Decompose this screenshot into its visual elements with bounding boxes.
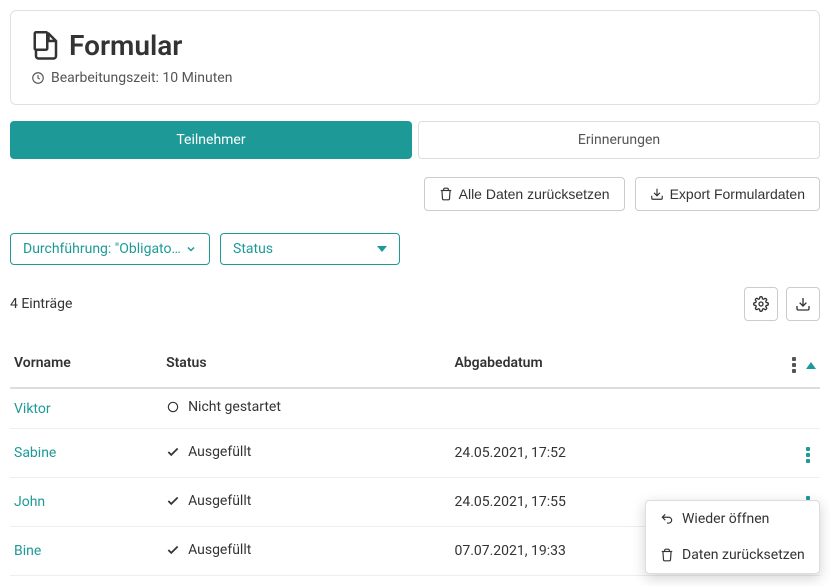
caret-down-icon xyxy=(377,244,387,254)
menu-reset-label: Daten zurücksetzen xyxy=(682,547,805,563)
participant-link[interactable]: Sabine xyxy=(14,445,56,461)
download-icon xyxy=(650,187,664,201)
count-row: 4 Einträge xyxy=(10,287,820,321)
check-icon xyxy=(166,543,180,557)
table-tools xyxy=(744,287,820,321)
status-text: Ausgefüllt xyxy=(188,493,251,509)
download-button[interactable] xyxy=(786,287,820,321)
status-text: Ausgefüllt xyxy=(188,542,251,558)
tabs: Teilnehmer Erinnerungen xyxy=(10,121,820,159)
export-button[interactable]: Export Formulardaten xyxy=(635,177,820,211)
menu-reopen-label: Wieder öffnen xyxy=(682,511,769,527)
table-row: Sabine Ausgefüllt 24.05.2021, 17:52 xyxy=(10,429,820,478)
participant-link[interactable]: Viktor xyxy=(14,401,51,417)
col-actions[interactable] xyxy=(731,339,820,388)
status-text: Ausgefüllt xyxy=(188,444,251,460)
header-card: Formular Bearbeitungszeit: 10 Minuten xyxy=(10,10,820,105)
table-row: Viktor Nicht gestartet xyxy=(10,388,820,429)
gear-icon xyxy=(753,296,769,312)
tab-reminders[interactable]: Erinnerungen xyxy=(418,121,820,159)
editing-time-row: Bearbeitungszeit: 10 Minuten xyxy=(31,70,799,86)
table-row: John Ausgefüllt 24.05.2021, 17:55 Wieder… xyxy=(10,478,820,527)
sort-asc-icon xyxy=(806,362,816,369)
reset-all-label: Alle Daten zurücksetzen xyxy=(459,186,610,202)
download-icon xyxy=(795,296,811,312)
editing-time-text: Bearbeitungszeit: 10 Minuten xyxy=(51,70,232,86)
check-icon xyxy=(166,445,180,459)
filter-execution-label: Durchführung: "Obligatorisc... xyxy=(23,241,181,257)
filter-execution[interactable]: Durchführung: "Obligatorisc... xyxy=(10,233,210,265)
row-context-menu: Wieder öffnen Daten zurücksetzen xyxy=(645,500,820,574)
settings-button[interactable] xyxy=(744,287,778,321)
participant-link[interactable]: Bine xyxy=(14,543,41,559)
export-label: Export Formulardaten xyxy=(670,186,805,202)
circle-empty-icon xyxy=(166,400,180,414)
row-actions-button[interactable] xyxy=(800,443,816,467)
status-cell: Ausgefüllt xyxy=(166,542,251,558)
page-title: Formular xyxy=(31,29,799,62)
date-cell: 24.05.2021, 17:52 xyxy=(450,429,730,478)
menu-reset[interactable]: Daten zurücksetzen xyxy=(646,537,819,573)
status-cell: Ausgefüllt xyxy=(166,493,251,509)
trash-icon xyxy=(660,548,674,562)
toolbar: Alle Daten zurücksetzen Export Formulard… xyxy=(10,177,820,211)
check-icon xyxy=(166,494,180,508)
form-icon xyxy=(31,31,61,61)
filter-status[interactable]: Status xyxy=(220,233,400,265)
menu-reopen[interactable]: Wieder öffnen xyxy=(646,501,819,537)
tab-participants[interactable]: Teilnehmer xyxy=(10,121,412,159)
chevron-down-icon xyxy=(185,243,197,255)
clock-icon xyxy=(31,71,45,85)
status-text: Nicht gestartet xyxy=(188,399,281,415)
col-date[interactable]: Abgabedatum xyxy=(450,339,730,388)
participants-table: Vorname Status Abgabedatum Viktor Nicht … xyxy=(10,339,820,576)
filter-status-label: Status xyxy=(233,241,273,257)
col-status[interactable]: Status xyxy=(162,339,450,388)
undo-icon xyxy=(660,512,674,526)
trash-icon xyxy=(439,187,453,201)
participant-link[interactable]: John xyxy=(14,494,45,510)
page-title-text: Formular xyxy=(69,29,182,62)
filters: Durchführung: "Obligatorisc... Status xyxy=(10,233,820,265)
col-firstname[interactable]: Vorname xyxy=(10,339,162,388)
date-cell xyxy=(450,388,730,429)
status-cell: Ausgefüllt xyxy=(166,444,251,460)
reset-all-button[interactable]: Alle Daten zurücksetzen xyxy=(424,177,625,211)
entry-count: 4 Einträge xyxy=(10,296,72,312)
kebab-icon xyxy=(786,353,802,377)
status-cell: Nicht gestartet xyxy=(166,399,281,415)
